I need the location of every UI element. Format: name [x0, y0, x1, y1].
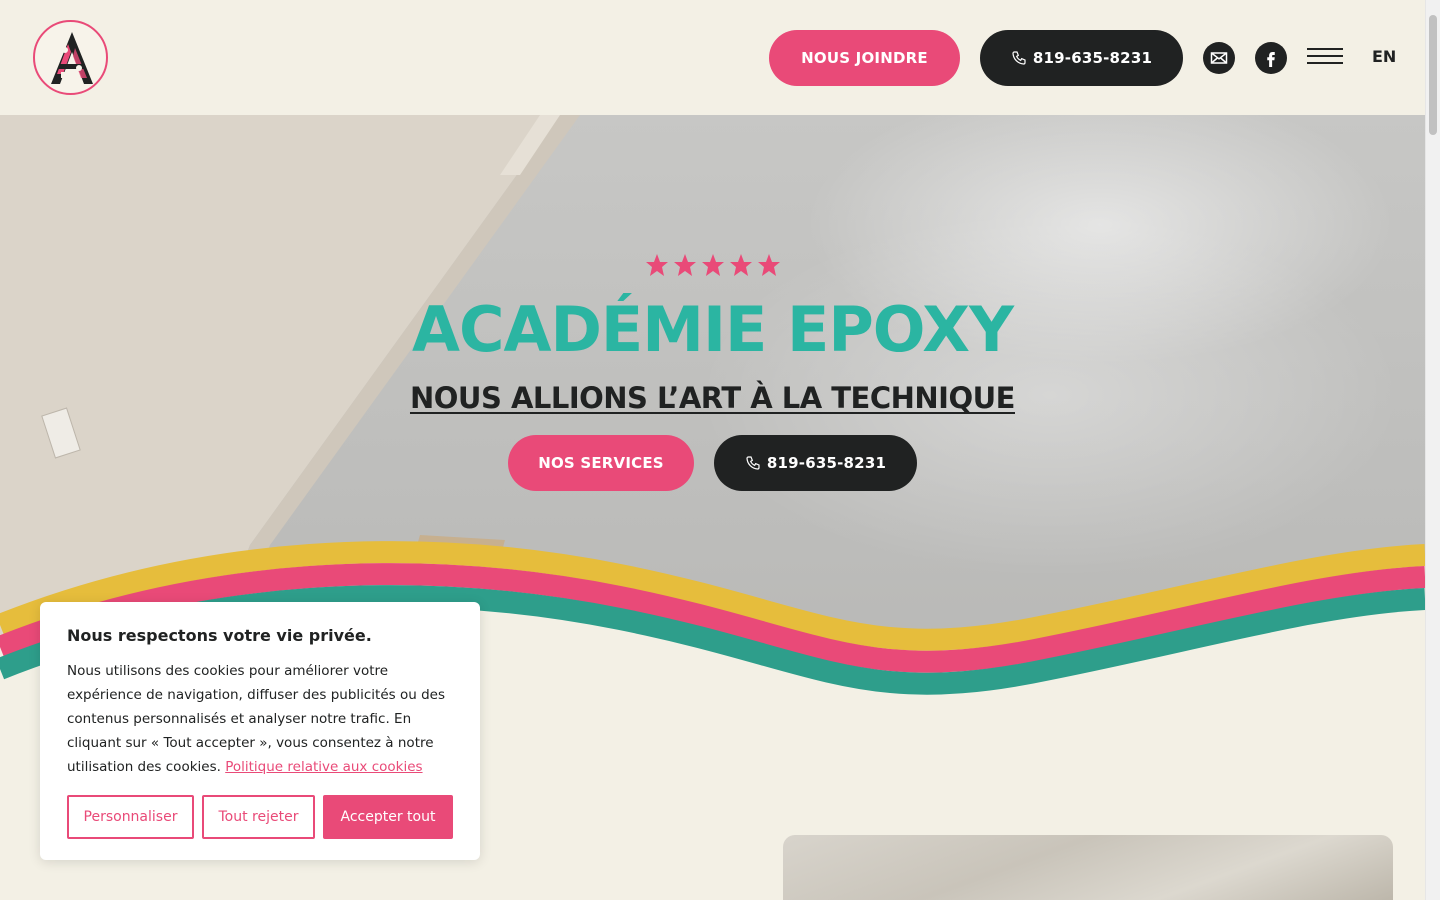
phone-icon	[745, 455, 761, 471]
customize-button[interactable]: Personnaliser	[67, 795, 194, 839]
language-toggle[interactable]: EN	[1372, 47, 1396, 66]
phone-icon	[1011, 50, 1027, 66]
accept-all-button[interactable]: Accepter tout	[323, 795, 453, 839]
header-phone-label: 819-635-8231	[1032, 49, 1153, 67]
logo-mark-icon	[51, 32, 93, 84]
contact-button[interactable]: NOUS JOINDRE	[769, 30, 960, 86]
services-button[interactable]: NOS SERVICES	[508, 435, 694, 491]
rating-stars	[0, 253, 1425, 277]
hero-phone-button[interactable]: 819-635-8231	[714, 435, 917, 491]
menu-hamburger-icon[interactable]	[1307, 48, 1343, 68]
hero-title: ACADÉMIE EPOXY	[412, 293, 1014, 366]
hero-subtitle: NOUS ALLIONS L’ART À LA TECHNIQUE	[0, 381, 1425, 415]
cookie-title: Nous respectons votre vie privée.	[67, 626, 372, 645]
cookie-policy-link[interactable]: Politique relative aux cookies	[225, 759, 422, 775]
academie-epoxy-logo[interactable]	[33, 20, 108, 95]
epoxy-floor-photo	[783, 835, 1393, 900]
email-icon[interactable]	[1203, 42, 1235, 74]
facebook-icon[interactable]	[1255, 42, 1287, 74]
header-phone-button[interactable]: 819-635-8231	[980, 30, 1183, 86]
reject-all-button[interactable]: Tout rejeter	[202, 795, 315, 839]
services-button-label: NOS SERVICES	[538, 454, 664, 472]
cookie-body: Nous utilisons des cookies pour améliore…	[67, 659, 453, 779]
scrollbar-thumb[interactable]	[1429, 15, 1437, 135]
star-icon	[729, 254, 752, 276]
star-icon	[645, 254, 668, 276]
site-header: NOUS JOINDRE 819-635-8231 EN	[0, 0, 1425, 115]
contact-button-label: NOUS JOINDRE	[801, 49, 928, 67]
hero-subtitle-text: NOUS ALLIONS L’ART À LA TECHNIQUE	[409, 381, 1016, 415]
cookie-consent-banner: Nous respectons votre vie privée. Nous u…	[40, 602, 480, 860]
hero-phone-label: 819-635-8231	[766, 454, 887, 472]
star-icon	[757, 254, 780, 276]
star-icon	[673, 254, 696, 276]
star-icon	[701, 254, 724, 276]
page-scrollbar[interactable]	[1425, 0, 1440, 900]
